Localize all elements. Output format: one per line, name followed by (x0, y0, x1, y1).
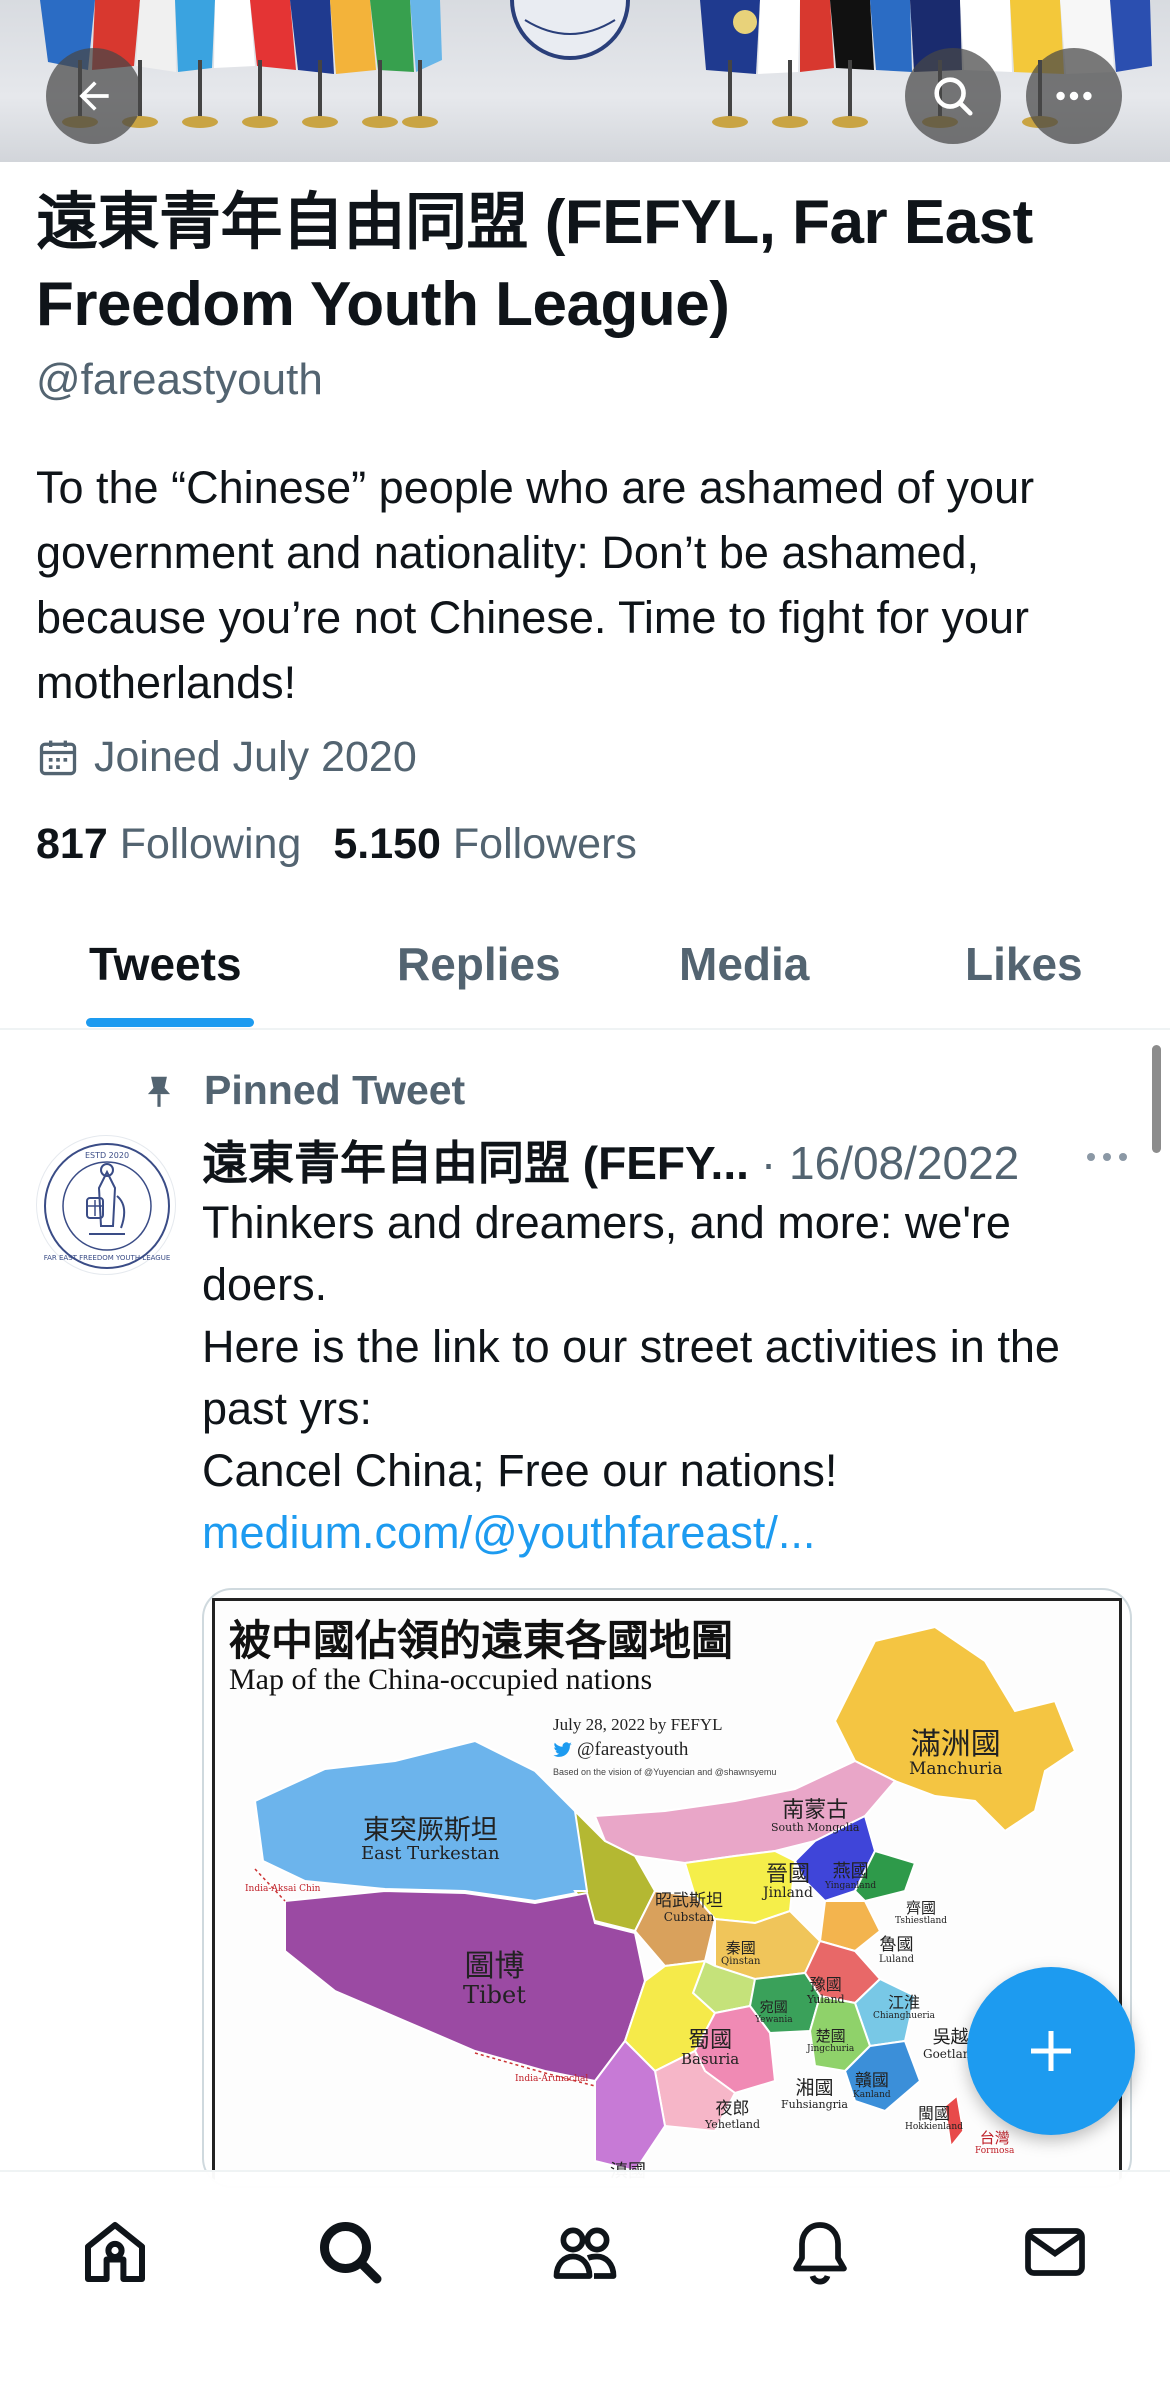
region-label-yewania: 宛國 Yewania (755, 2000, 793, 2025)
region-label-yehetland: 夜郎 Yehetland (705, 2099, 761, 2131)
followers-label: Followers (452, 820, 637, 868)
tab-replies[interactable]: Replies (397, 937, 561, 991)
notifications-icon (793, 2222, 847, 2285)
region-label-jingchuria: 楚國 Jingchuria (807, 2027, 855, 2054)
messages-icon (1025, 2228, 1085, 2276)
tweet-line-2: Here is the link to our street activitie… (202, 1321, 1073, 1434)
league-emblem-logo: ESTD 2020 FAR EAST FREEDOM YOUTH LEAGUE (44, 1143, 171, 1269)
region-label-east-turkestan: 東突厥斯坦 East Turkestan (361, 1815, 500, 1865)
tweet-line-3: Cancel China; Free our nations! (202, 1445, 838, 1496)
region-label-manchuria: 滿洲國 Manchuria (909, 1727, 1003, 1779)
region-label-chianghueria: 江淮 Chianghueria (873, 1993, 935, 2021)
followers-count: 5.150 (333, 820, 441, 868)
more-horizontal-icon (1056, 91, 1092, 101)
nav-communities[interactable] (545, 2212, 625, 2292)
nav-search[interactable] (310, 2212, 390, 2292)
map-handle-text: @fareastyouth (577, 1739, 689, 1760)
svg-text:ESTD 2020: ESTD 2020 (85, 1151, 129, 1160)
followers-link[interactable]: 5.150 Followers (333, 820, 637, 869)
tab-tweets[interactable]: Tweets (89, 937, 242, 991)
region-label-jinland: 晉國 Jinland (763, 1862, 813, 1902)
home-icon (85, 2222, 145, 2282)
nav-home[interactable] (75, 2212, 155, 2292)
map-title-en: Map of the China-occupied nations (229, 1663, 653, 1696)
pin-icon (147, 1076, 171, 1107)
tweet-text: Thinkers and dreamers, and more: we're d… (202, 1192, 1142, 1564)
calendar-icon (39, 740, 77, 775)
communities-icon (553, 2227, 617, 2279)
region-label-kanland: 贛國 Kanland (853, 2071, 891, 2100)
joined-date: Joined July 2020 (36, 733, 417, 782)
region-label-fuhsiangria: 湘國 Fuhsiangria (781, 2077, 848, 2111)
tweet-header: 遠東青年自由同盟 (FEFY... · 16/08/2022 (202, 1127, 1132, 1193)
map-vision: Based on the vision of @Yuyencian and @s… (553, 1767, 777, 1777)
tab-media[interactable]: Media (679, 937, 809, 991)
search-icon (320, 2222, 382, 2284)
region-label-tshiestland: 齊國 Tshiestland (895, 1899, 948, 1926)
arrow-left-icon (79, 81, 109, 111)
bottom-navigation (0, 2170, 1170, 2383)
follow-stats: 817 Following 5.150 Followers (36, 820, 669, 869)
region-label-hokkienland: 閩國 Hokkienland (905, 2104, 963, 2132)
profile-tabs: Tweets Replies Media Likes (0, 905, 1170, 1030)
active-tab-indicator (86, 1018, 254, 1027)
pinned-tweet-label: Pinned Tweet (140, 1067, 465, 1114)
region-label-cubstan: 昭武斯坦 Cubstan (655, 1891, 723, 1924)
label-india-arunachal: India-Arunachal (515, 2074, 589, 2084)
profile-banner (0, 0, 1170, 162)
region-label-yinganland: 燕國 Yinganland (825, 1861, 877, 1891)
region-label-qinstan: 秦國 Qinstan (721, 1939, 761, 1967)
profile-bio: To the “Chinese” people who are ashamed … (36, 462, 1035, 708)
avatar[interactable]: ESTD 2020 FAR EAST FREEDOM YOUTH LEAGUE (36, 1135, 176, 1275)
tab-likes[interactable]: Likes (965, 937, 1083, 991)
region-label-formosa: 台灣 Formosa (975, 2129, 1015, 2156)
pinned-text: Pinned Tweet (204, 1067, 466, 1113)
plus-icon (1031, 2031, 1071, 2071)
scrollbar[interactable] (1152, 1045, 1161, 1153)
region-label-tibet: 圖博 Tibet (463, 1949, 526, 2009)
tweet-author-name[interactable]: 遠東青年自由同盟 (FEFY... (202, 1127, 749, 1193)
tweet-more-button[interactable] (1085, 1150, 1129, 1169)
following-label: Following (119, 820, 302, 868)
region-label-south-mongolia: 南蒙古 South Mongolia (771, 1798, 860, 1835)
more-horizontal-icon (1087, 1153, 1127, 1161)
map-handle: @fareastyouth (553, 1739, 688, 1761)
tweet-link[interactable]: medium.com/@youthfareast/... (202, 1502, 1142, 1564)
region-label-luland: 魯國 Luland (879, 1935, 915, 1965)
profile-display-name: 遠東青年自由同盟 (FEFYL, Far East Freedom Youth … (36, 188, 1033, 339)
tweet-date[interactable]: · 16/08/2022 (761, 1136, 1019, 1190)
back-button[interactable] (46, 48, 142, 144)
following-count: 817 (36, 820, 108, 868)
bird-icon (553, 1742, 572, 1757)
svg-text:FAR EAST FREEDOM YOUTH LEAGUE: FAR EAST FREEDOM YOUTH LEAGUE (44, 1254, 171, 1262)
map-date: July 28, 2022 by FEFYL (553, 1715, 723, 1734)
following-link[interactable]: 817 Following (36, 820, 301, 869)
more-options-button[interactable] (1026, 48, 1122, 144)
region-label-yuland: 豫國 Yuland (807, 1975, 845, 2006)
joined-text: Joined July 2020 (94, 733, 417, 781)
map-title-zh: 被中國佔領的遠東各國地圖 (229, 1616, 734, 1665)
tweet-line-1: Thinkers and dreamers, and more: we're d… (202, 1197, 1024, 1310)
compose-tweet-button[interactable] (967, 1967, 1135, 2135)
search-button[interactable] (905, 48, 1001, 144)
region-label-basuria: 蜀國 Basuria (681, 2028, 740, 2069)
label-india-aksai-chin: India-Aksai Chin (245, 1884, 321, 1894)
search-icon (934, 77, 973, 116)
nav-messages[interactable] (1015, 2212, 1095, 2292)
profile-handle: @fareastyouth (36, 355, 323, 404)
nav-notifications[interactable] (780, 2212, 860, 2292)
